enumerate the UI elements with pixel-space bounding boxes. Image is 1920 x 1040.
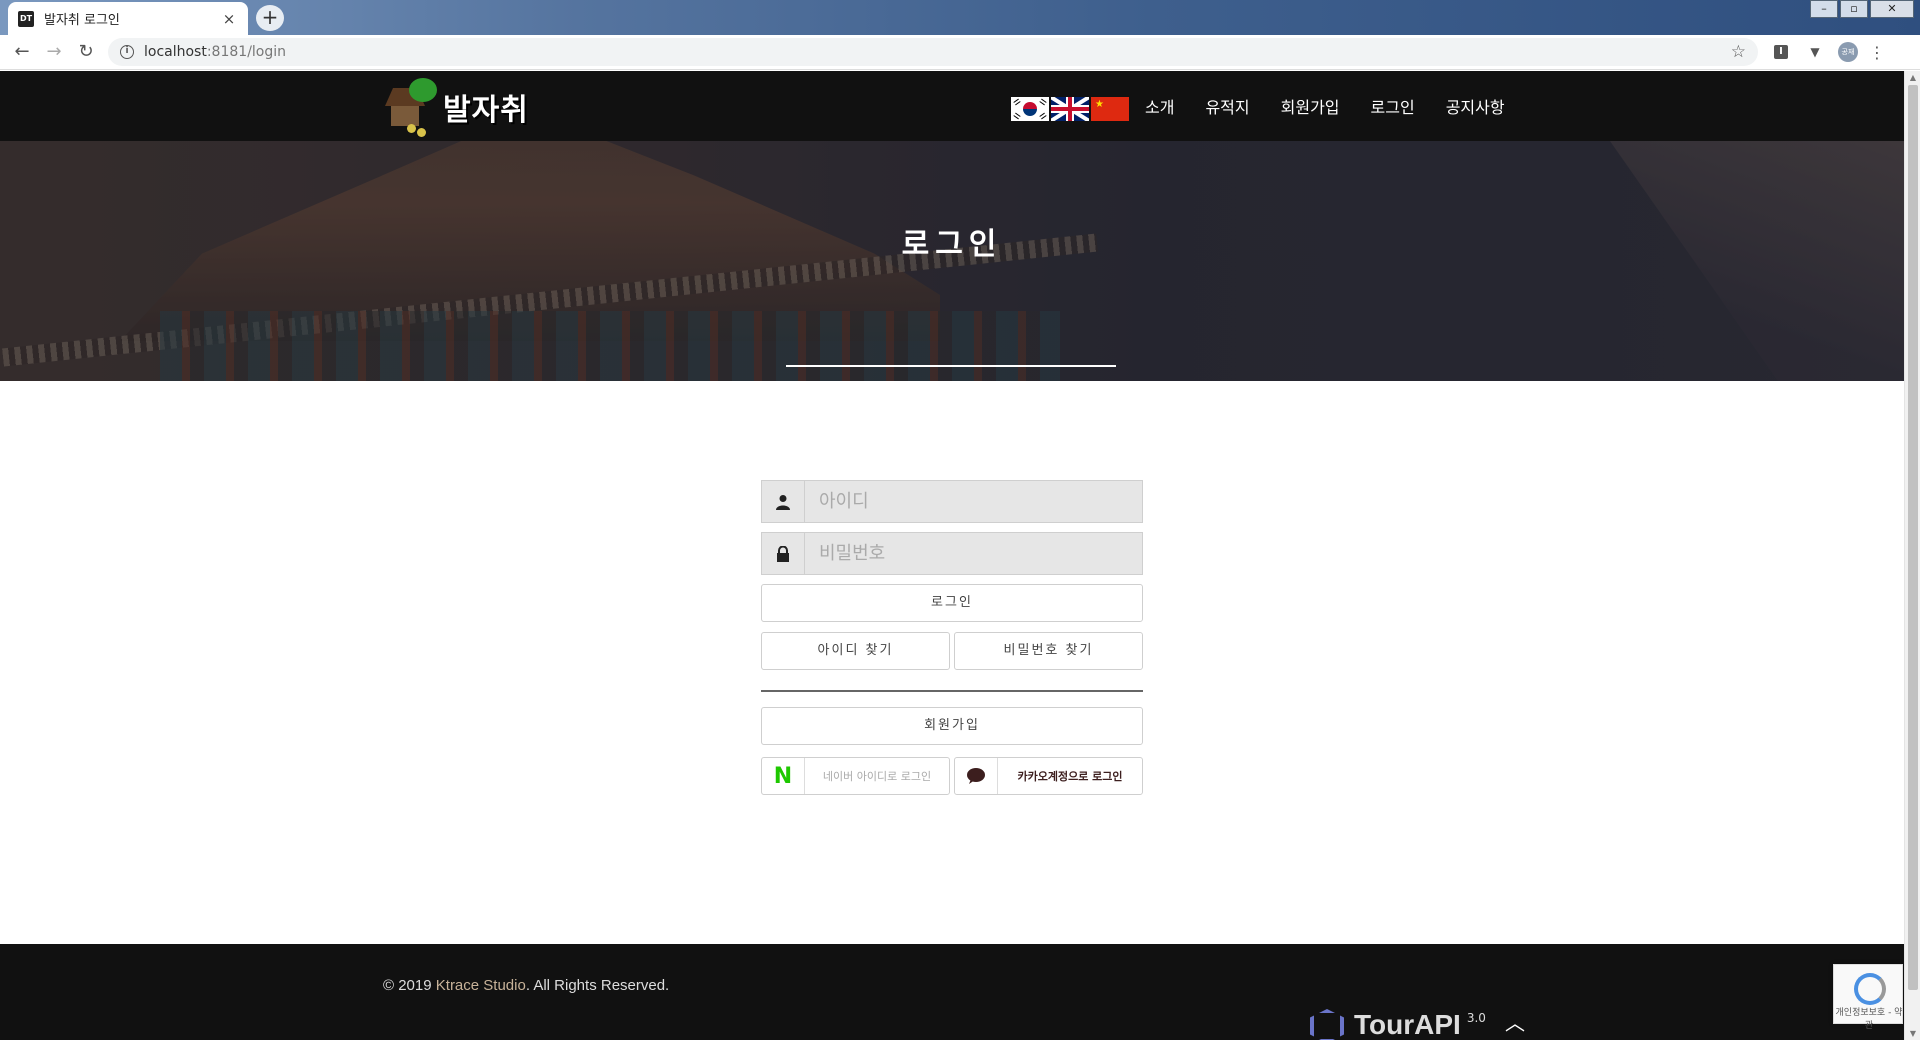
page-scrollbar[interactable]: ▲ ▼ <box>1904 71 1920 1040</box>
tourapi-version: 3.0 <box>1466 1011 1486 1025</box>
kakao-speech-bubble-icon <box>955 758 998 794</box>
scroll-up-arrow-icon[interactable]: ▲ <box>1905 73 1920 82</box>
page-viewport: 발자취 ★ 소개 유적지 회원가입 로그인 공지사항 로그인 아이디 로그인 아… <box>0 71 1904 1040</box>
kakao-login-button[interactable]: 카카오계정으로 로그인 <box>954 757 1143 795</box>
tab-title: 발자취 로그인 <box>44 13 120 28</box>
title-underline <box>786 365 1116 367</box>
naver-login-button[interactable]: N 네이버 아이디로 로그인 <box>761 757 950 795</box>
hero-banner: 로그인 <box>0 141 1904 381</box>
tourapi-name: TourAPI <box>1354 1009 1461 1040</box>
scroll-top-chevron-icon[interactable]: ︿ <box>1505 1007 1525 1036</box>
kakao-login-label: 카카오계정으로 로그인 <box>1017 770 1123 783</box>
profile-avatar[interactable]: 공재 <box>1838 42 1858 62</box>
password-input[interactable] <box>804 532 1143 575</box>
favicon-icon: DT <box>18 10 34 27</box>
uk-flag-icon[interactable] <box>1051 97 1089 121</box>
tourapi-logo: TourAPI 3.0 <box>1310 1009 1486 1040</box>
logo-pavilion-icon <box>383 76 439 138</box>
browser-tab[interactable]: DT 발자취 로그인 × <box>8 2 248 35</box>
language-flags: ★ <box>1011 97 1131 121</box>
back-arrow-icon[interactable]: ← <box>6 36 38 68</box>
divider <box>761 690 1143 692</box>
lock-icon <box>761 532 804 575</box>
login-button[interactable]: 로그인 <box>761 584 1143 622</box>
nav-intro[interactable]: 소개 <box>1145 94 1174 118</box>
url-text[interactable]: localhost:8181/login <box>144 44 1731 60</box>
login-form: 로그인 아이디 찾기 비밀번호 찾기 회원가입 N 네이버 아이디로 로그인 카… <box>761 480 1143 795</box>
window-close-button[interactable]: ✕ <box>1870 0 1914 18</box>
social-login-row: N 네이버 아이디로 로그인 카카오계정으로 로그인 <box>761 757 1143 795</box>
korea-flag-icon[interactable] <box>1011 97 1049 121</box>
studio-link[interactable]: Ktrace Studio <box>436 977 526 994</box>
recaptcha-badge[interactable]: 개인정보보호 - 약관 <box>1833 964 1903 1031</box>
url-host: localhost <box>144 44 207 60</box>
scroll-down-arrow-icon[interactable]: ▼ <box>1905 1029 1920 1038</box>
window-controls: – ▫ ✕ <box>1808 0 1914 18</box>
copyright-text: © 2019 Ktrace Studio. All Rights Reserve… <box>383 977 669 994</box>
browser-toolbar: ← → ↻ i localhost:8181/login ☆ I ▼ 공재 ⋮ <box>0 35 1920 70</box>
site-header: 발자취 ★ 소개 유적지 회원가입 로그인 공지사항 <box>0 71 1904 141</box>
user-icon <box>761 480 804 523</box>
extension-icon[interactable]: I <box>1770 41 1792 63</box>
nav-notice[interactable]: 공지사항 <box>1446 94 1505 118</box>
forward-arrow-icon[interactable]: → <box>38 36 70 68</box>
signup-button[interactable]: 회원가입 <box>761 707 1143 745</box>
browser-tabstrip: DT 발자취 로그인 × + – ▫ ✕ <box>0 0 1920 35</box>
maximize-button[interactable]: ▫ <box>1840 0 1868 18</box>
recaptcha-text[interactable]: 개인정보보호 - 약관 <box>1834 1005 1904 1031</box>
recaptcha-icon <box>1854 973 1886 1005</box>
copyright-suffix: . All Rights Reserved. <box>525 977 670 994</box>
naver-login-label: 네이버 아이디로 로그인 <box>822 770 932 783</box>
menu-kebab-icon[interactable]: ⋮ <box>1868 43 1886 62</box>
copyright-prefix: © 2019 <box>383 977 436 994</box>
find-buttons-row: 아이디 찾기 비밀번호 찾기 <box>761 632 1143 670</box>
page-title: 로그인 <box>901 227 1003 262</box>
nav-heritage-sites[interactable]: 유적지 <box>1205 94 1249 118</box>
reload-icon[interactable]: ↻ <box>70 36 102 68</box>
vpn-extension-icon[interactable]: ▼ <box>1804 41 1826 63</box>
tourapi-hexagon-icon <box>1310 1009 1344 1040</box>
find-password-button[interactable]: 비밀번호 찾기 <box>954 632 1143 670</box>
scrollbar-thumb[interactable] <box>1908 85 1918 990</box>
nav-signup[interactable]: 회원가입 <box>1281 94 1340 118</box>
bookmark-star-icon[interactable]: ☆ <box>1731 42 1746 62</box>
main-nav: 소개 유적지 회원가입 로그인 공지사항 <box>1145 71 1536 141</box>
close-icon[interactable]: × <box>220 10 238 28</box>
address-bar[interactable]: i localhost:8181/login ☆ <box>108 38 1758 66</box>
password-input-group <box>761 532 1143 575</box>
site-logo[interactable]: 발자취 <box>383 75 529 139</box>
china-flag-icon[interactable]: ★ <box>1091 97 1129 121</box>
info-icon[interactable]: i <box>120 45 134 59</box>
id-input[interactable] <box>804 480 1143 523</box>
naver-icon-letter: N <box>773 763 793 789</box>
nav-login[interactable]: 로그인 <box>1371 94 1415 118</box>
new-tab-button[interactable]: + <box>256 5 284 31</box>
url-path: :8181/login <box>206 44 287 60</box>
find-id-button[interactable]: 아이디 찾기 <box>761 632 950 670</box>
naver-icon: N <box>762 758 805 794</box>
site-footer: © 2019 Ktrace Studio. All Rights Reserve… <box>0 944 1904 1040</box>
id-input-group <box>761 480 1143 523</box>
logo-text: 발자취 <box>443 93 529 128</box>
minimize-button[interactable]: – <box>1810 0 1838 18</box>
